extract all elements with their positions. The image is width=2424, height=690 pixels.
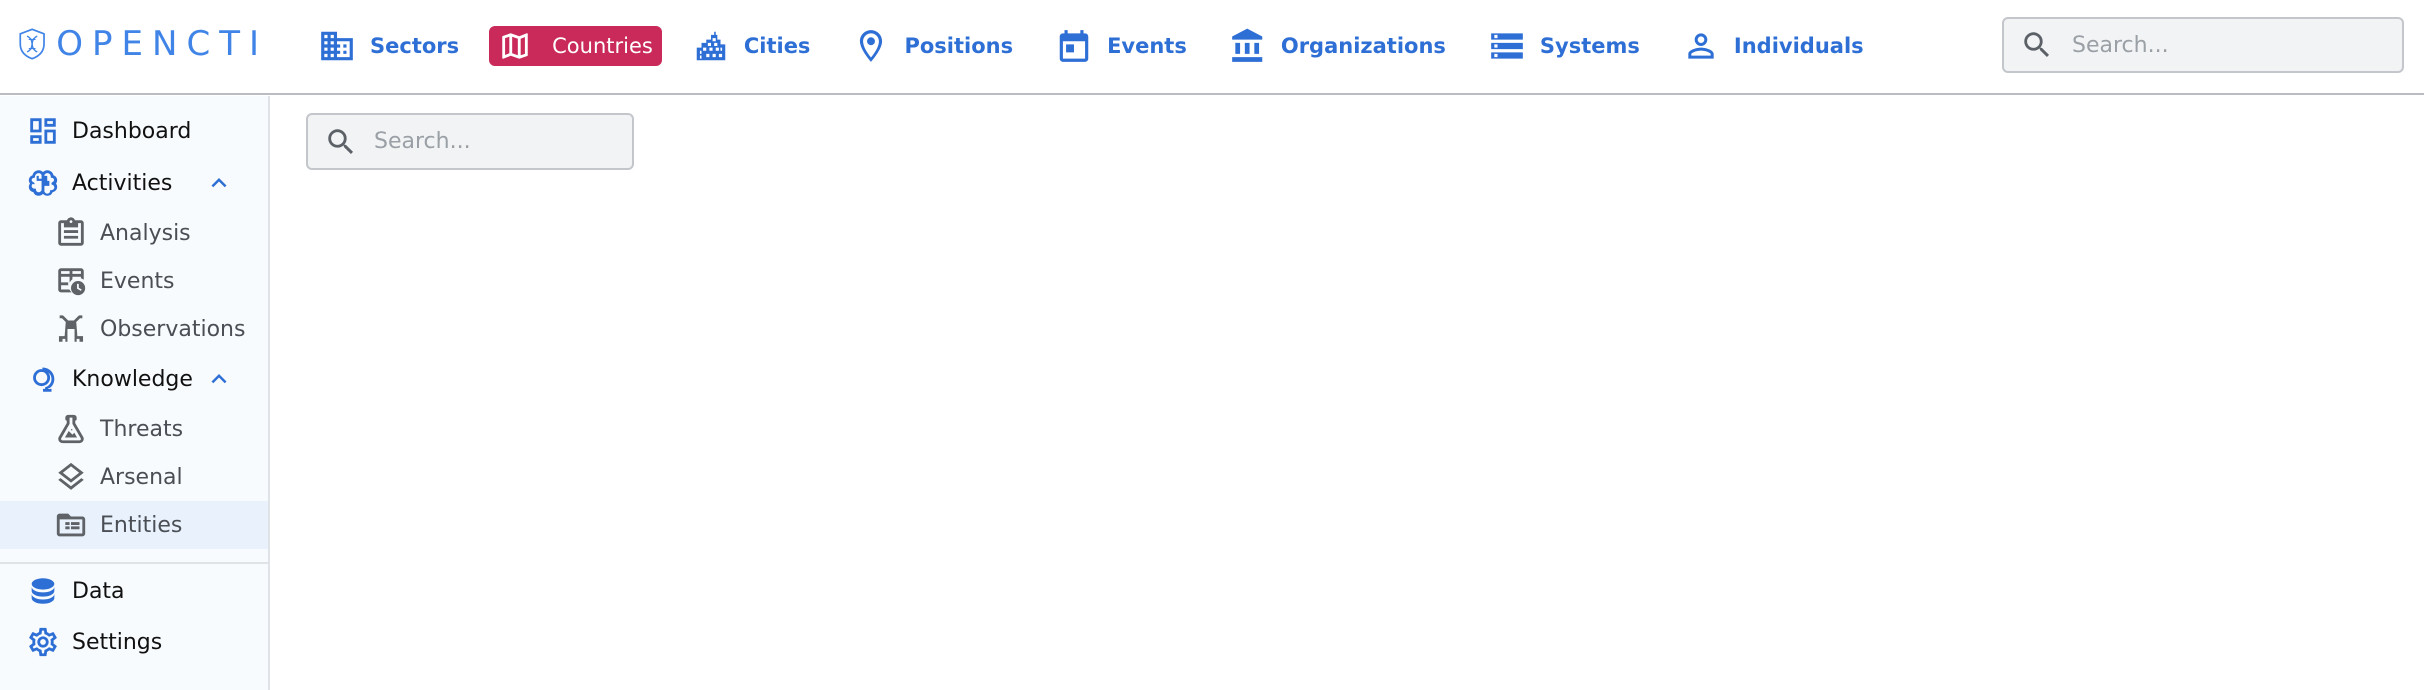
map-icon xyxy=(502,33,528,59)
sidebar-item-dashboard[interactable]: Dashboard xyxy=(0,112,268,150)
folder-table-icon xyxy=(56,513,86,537)
nav-events[interactable]: Events xyxy=(1043,22,1199,70)
database-icon xyxy=(31,578,55,604)
search-icon xyxy=(2024,32,2050,58)
sidebar-item-label: Activities xyxy=(72,170,173,196)
main-search-box[interactable] xyxy=(306,113,634,170)
globe-model-icon xyxy=(33,367,55,392)
flask-icon xyxy=(58,414,84,444)
top-search-box[interactable] xyxy=(2002,17,2404,73)
bank-icon xyxy=(1232,28,1263,62)
nav-label: Systems xyxy=(1539,34,1640,58)
sidebar-item-settings[interactable]: Settings xyxy=(0,623,268,661)
nav-label: Cities xyxy=(743,34,811,58)
storage-icon xyxy=(1491,33,1523,59)
nav-label: Sectors xyxy=(370,34,460,58)
top-nav: Sectors Countries Cities Positions Event… xyxy=(306,20,1894,72)
city-icon xyxy=(696,31,726,61)
logo[interactable]: OPENCTI xyxy=(18,16,268,72)
sidebar-item-label: Entities xyxy=(100,512,183,538)
sidebar-item-label: Knowledge xyxy=(72,366,193,392)
binoculars-icon xyxy=(58,315,84,342)
layers-icon xyxy=(58,462,84,490)
clipboard-text-icon xyxy=(58,217,84,246)
nav-label: Countries xyxy=(552,34,653,58)
sidebar-divider xyxy=(0,562,268,564)
logo-text: OPENCTI xyxy=(56,24,268,64)
top-bar: OPENCTI Sectors Countries Cities Positio… xyxy=(0,0,2424,95)
nav-organizations[interactable]: Organizations xyxy=(1217,22,1458,70)
sidebar-item-label: Dashboard xyxy=(72,118,192,144)
nav-systems[interactable]: Systems xyxy=(1476,22,1652,70)
calendar-icon xyxy=(1059,30,1089,62)
sidebar-item-activities[interactable]: Activities xyxy=(0,164,268,202)
domain-icon xyxy=(321,31,353,61)
sidebar-item-data[interactable]: Data xyxy=(0,572,268,610)
sidebar-item-knowledge[interactable]: Knowledge xyxy=(0,360,268,398)
chevron-up-icon[interactable] xyxy=(204,168,234,198)
brain-icon xyxy=(28,170,58,196)
map-marker-icon xyxy=(860,30,883,62)
nav-countries[interactable]: Countries xyxy=(489,26,662,66)
sidebar-item-label: Data xyxy=(72,578,125,604)
person-icon xyxy=(1688,33,1714,59)
nav-label: Events xyxy=(1107,34,1187,58)
top-search-input[interactable] xyxy=(2072,32,2392,58)
gear-icon xyxy=(29,627,57,657)
main-search-input[interactable] xyxy=(374,129,614,154)
nav-label: Positions xyxy=(904,34,1014,58)
sidebar-item-threats[interactable]: Threats xyxy=(0,410,268,448)
sidebar-item-arsenal[interactable]: Arsenal xyxy=(0,458,268,496)
logo-shield-icon xyxy=(19,28,45,60)
nav-positions[interactable]: Positions xyxy=(840,22,1025,70)
nav-sectors[interactable]: Sectors xyxy=(306,22,471,70)
chevron-up-icon[interactable] xyxy=(204,364,234,394)
sidebar: Dashboard Activities Analysis Events Obs… xyxy=(0,96,270,690)
nav-cities[interactable]: Cities xyxy=(680,22,823,70)
sidebar-item-label: Threats xyxy=(100,416,184,442)
search-icon xyxy=(328,128,354,154)
sidebar-item-label: Observations xyxy=(100,316,246,342)
sidebar-item-entities[interactable]: Entities xyxy=(0,501,268,549)
sidebar-item-label: Events xyxy=(100,268,175,294)
table-clock-icon xyxy=(58,268,86,296)
sidebar-item-observations[interactable]: Observations xyxy=(0,310,268,348)
sidebar-item-label: Arsenal xyxy=(100,464,183,490)
sidebar-item-label: Settings xyxy=(72,629,163,655)
sidebar-item-analysis[interactable]: Analysis xyxy=(0,214,268,252)
nav-label: Organizations xyxy=(1280,34,1446,58)
sidebar-item-label: Analysis xyxy=(100,220,191,246)
nav-label: Individuals xyxy=(1733,34,1864,58)
nav-individuals[interactable]: Individuals xyxy=(1670,22,1876,70)
dashboard-icon xyxy=(30,118,56,144)
sidebar-item-events[interactable]: Events xyxy=(0,262,268,300)
